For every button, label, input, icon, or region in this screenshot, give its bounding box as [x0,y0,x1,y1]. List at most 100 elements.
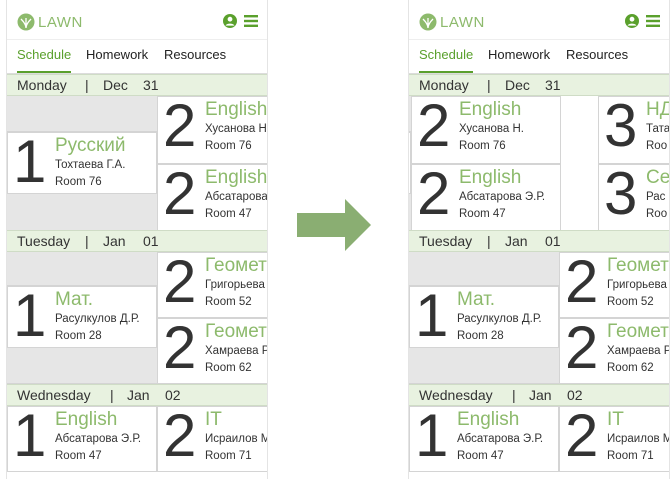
lesson-card[interactable]: 3 Се Рас Roo [598,164,669,232]
lesson-number: 2 [163,164,197,227]
lesson-card[interactable]: 2 English Хусанова Н. Room 76 [411,96,561,164]
lesson-subject: Геометрия [205,255,267,276]
lesson-number: 2 [565,406,599,469]
lesson-subject: English [457,409,520,430]
day-name: Wednesday [419,387,493,403]
period-column-1-shifted: 1 Мат. Расулкулов Д.Р. Room 28 [409,252,559,384]
day-month: Jan [529,387,552,403]
lesson-number: 1 [415,286,449,348]
lesson-teacher: Григорьева [205,279,265,291]
empty-slot [7,96,157,132]
phone-screen-before: LAWN Schedule Homework Resources Monday … [6,0,268,479]
leaf-logo-icon [419,13,437,31]
lesson-card[interactable]: 2 Геометрия Хамраева Р. Room 62 [559,318,669,384]
lesson-room: Room 28 [55,330,102,342]
day-date: 01 [143,233,159,249]
schedule-scroll-area[interactable]: Monday | Dec 31 1 Русский Тохтаева Г.А. … [7,74,267,479]
schedule-scroll-area[interactable]: Monday | Dec 31 1 Русский Тохтаева Г.А. … [409,74,669,479]
lesson-teacher: Расулкулов Д.Р. [55,313,140,325]
lesson-teacher: Тата [646,123,669,135]
tab-homework[interactable]: Homework [488,40,550,73]
lesson-subject: IT [607,409,624,430]
schedule-track: Monday | Dec 31 1 Русский Тохтаева Г.А. … [7,74,267,479]
lesson-teacher: Тохтаева Г.А. [55,159,126,171]
leaf-logo-icon [17,13,35,31]
lesson-card[interactable]: 2 Геометрия Хамраева Р. Room 62 [157,318,267,384]
lesson-room: Room 52 [607,296,654,308]
user-account-icon[interactable] [625,14,639,28]
lesson-subject: English [459,99,522,120]
empty-slot [409,252,559,286]
lesson-room: Room 62 [607,362,654,374]
lesson-room: Room 76 [55,176,102,188]
period-column-1: 1 Русский Тохтаева Г.А. Room 76 [7,96,157,232]
tab-schedule[interactable]: Schedule [17,40,72,73]
lesson-number: 2 [163,318,197,381]
day-month: Jan [103,233,126,249]
lesson-number: 1 [13,286,47,348]
lesson-number: 1 [13,132,47,194]
lesson-card[interactable]: 2 English Хусанова Н. Room 76 [157,96,267,164]
user-account-icon[interactable] [223,14,237,28]
day-name: Tuesday [17,233,71,249]
tab-bar: Schedule Homework Resources [7,40,267,74]
lesson-room: Room 47 [459,208,506,220]
lesson-subject: Геометрия [607,255,669,276]
lesson-subject: Русский [55,135,126,156]
transition-arrow-icon [297,199,371,251]
tab-homework[interactable]: Homework [86,40,148,73]
lesson-subject: English [205,99,267,120]
lesson-card[interactable]: 2 Геометрия Григорьева Room 52 [559,252,669,318]
lesson-room: Room 52 [205,296,252,308]
lesson-subject: НД [646,99,669,120]
tab-schedule[interactable]: Schedule [419,40,474,73]
tab-bar: Schedule Homework Resources [409,40,669,74]
lesson-card[interactable]: 1 Русский Тохтаева Г.А. Room 76 [7,132,157,194]
lesson-number: 2 [417,164,451,227]
lesson-card[interactable]: 3 НД Тата Roo [598,96,669,164]
lesson-card[interactable]: 2 IT Исраилов М. Room 71 [157,406,267,472]
empty-slot [409,348,559,384]
lesson-card[interactable]: 2 English Абсатарова Э.Р. Room 47 [411,164,561,232]
day-date: 02 [165,387,181,403]
lesson-card[interactable]: 2 Геометрия Григорьева Room 52 [157,252,267,318]
day-date: 31 [545,77,561,93]
period-column-3: 3 НД Тата Roo 3 Се Рас Roo [598,96,669,232]
lesson-subject: Геометрия [607,321,669,342]
lesson-teacher: Исраилов М. [607,433,669,445]
day-header-wednesday: Wednesday | Jan 02 [409,384,669,406]
tab-resources[interactable]: Resources [164,40,226,73]
lesson-room: Room 76 [459,140,506,152]
hamburger-menu-icon[interactable] [646,15,660,27]
lesson-card[interactable]: 1 English Абсатарова Э.Р. Room 47 [409,406,559,472]
period-column-1: 1 English Абсатарова Э.Р. Room 47 [409,406,559,479]
lesson-card[interactable]: 2 IT Исраилов М. Room 71 [559,406,669,472]
lesson-room: Roo [646,208,668,220]
lesson-card[interactable]: 1 English Абсатарова Э.Р. Room 47 [7,406,157,472]
lesson-teacher: Исраилов М. [205,433,267,445]
top-bar: LAWN [7,0,267,40]
day-header-monday: Monday | Dec 31 [409,74,669,96]
lesson-teacher: Абсатарова Э.Р. [55,433,142,445]
app-logo-text: LAWN [38,14,83,31]
lesson-room: Room 62 [205,362,252,374]
day-header-monday: Monday | Dec 31 [7,74,267,96]
lesson-card[interactable]: 2 English Абсатарова Э.Р. Room 47 [157,164,267,232]
lesson-card[interactable]: 1 Мат. Расулкулов Д.Р. Room 28 [7,286,157,348]
lesson-subject: Мат. [457,289,496,310]
hamburger-menu-icon[interactable] [244,15,258,27]
lesson-number: 2 [163,252,197,315]
tab-resources[interactable]: Resources [566,40,628,73]
lesson-room: Room 47 [55,450,102,462]
lesson-card[interactable]: 1 Мат. Расулкулов Д.Р. Room 28 [409,286,559,348]
day-separator: | [85,77,89,93]
lesson-subject: Геометрия [205,321,267,342]
lesson-teacher: Григорьева [607,279,667,291]
lesson-number: 2 [565,318,599,381]
lesson-subject: English [55,409,118,430]
lesson-teacher: Хамраева Р. [205,345,267,357]
day-separator: | [487,233,491,249]
lesson-number: 2 [417,96,451,159]
top-bar: LAWN [409,0,669,40]
lesson-room: Room 71 [607,450,654,462]
